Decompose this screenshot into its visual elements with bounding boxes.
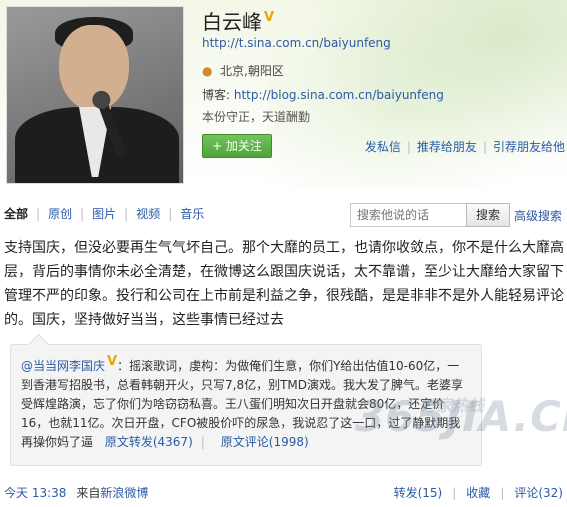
repost-link-separator: | xyxy=(200,435,205,449)
action-separator: | xyxy=(406,140,411,154)
post-action-separator: | xyxy=(452,486,457,500)
repost-verified-badge-icon[interactable]: V xyxy=(107,352,117,371)
profile-motto: 本份守正，天道酬勤 xyxy=(202,110,311,124)
tab-separator: | xyxy=(168,207,173,221)
introduce-friends-link[interactable]: 引荐朋友给他 xyxy=(493,140,565,154)
forward-link[interactable]: 转发(15) xyxy=(394,486,443,500)
tab-music[interactable]: 音乐 xyxy=(180,207,204,221)
post-text: 支持国庆，但没必要再生气气坏自己。那个大靡的员工，也请你收敛点，你不是什么大靡高… xyxy=(4,240,564,328)
source-link[interactable]: 新浪微博 xyxy=(100,486,148,500)
search-button[interactable]: 搜索 xyxy=(466,203,510,227)
profile-avatar[interactable] xyxy=(6,6,184,184)
profile-url[interactable]: http://t.sina.com.cn/baiyunfeng xyxy=(202,36,391,50)
tab-original[interactable]: 原创 xyxy=(48,207,72,221)
repost-forward-link[interactable]: 原文转发(4367) xyxy=(105,435,193,449)
feed-tabs: 全部 | 原创 | 图片 | 视频 | 音乐 xyxy=(4,205,204,222)
recommend-link[interactable]: 推荐给朋友 xyxy=(417,140,477,154)
tab-separator: | xyxy=(80,207,85,221)
tab-separator: | xyxy=(124,207,129,221)
repost-comment-link[interactable]: 原文评论(1998) xyxy=(221,435,309,449)
verified-badge-icon[interactable]: V xyxy=(264,10,274,25)
tab-videos[interactable]: 视频 xyxy=(136,207,160,221)
post-footer: 今天 13:38 来自新浪微博 xyxy=(4,484,148,501)
comment-link[interactable]: 评论(32) xyxy=(514,486,563,500)
search-input[interactable] xyxy=(350,203,476,227)
blog-label: 博客: xyxy=(202,88,231,102)
tab-separator: | xyxy=(36,207,41,221)
watermark-logo-sub: 万家热线 xyxy=(420,396,485,415)
source-prefix: 来自 xyxy=(76,486,101,500)
tab-images[interactable]: 图片 xyxy=(92,207,116,221)
location-pin-icon: ● xyxy=(202,64,213,78)
profile-location: ● 北京,朝阳区 xyxy=(202,62,284,79)
profile-name: 白云峰 V xyxy=(202,6,274,35)
send-message-link[interactable]: 发私信 xyxy=(365,140,401,154)
blog-url-link[interactable]: http://blog.sina.com.cn/baiyunfeng xyxy=(234,88,444,102)
profile-actions: 发私信 | 推荐给朋友 | 引荐朋友给他 xyxy=(359,138,565,155)
profile-name-text: 白云峰 xyxy=(202,10,262,34)
location-text: 北京,朝阳区 xyxy=(220,64,284,78)
post-action-separator: | xyxy=(500,486,505,500)
tab-all[interactable]: 全部 xyxy=(4,207,28,221)
favorite-link[interactable]: 收藏 xyxy=(466,486,490,500)
repost-author-link[interactable]: @当当网李国庆 xyxy=(21,359,105,373)
post-actions: 转发(15) | 收藏 | 评论(32) xyxy=(394,484,563,501)
action-separator: | xyxy=(482,140,487,154)
post-time[interactable]: 今天 13:38 xyxy=(4,486,66,500)
profile-url-link[interactable]: http://t.sina.com.cn/baiyunfeng xyxy=(202,36,391,50)
follow-button[interactable]: + 加关注 xyxy=(202,134,272,158)
profile-blog: 博客: http://blog.sina.com.cn/baiyunfeng xyxy=(202,86,444,103)
advanced-search-link[interactable]: 高级搜索 xyxy=(514,207,562,224)
